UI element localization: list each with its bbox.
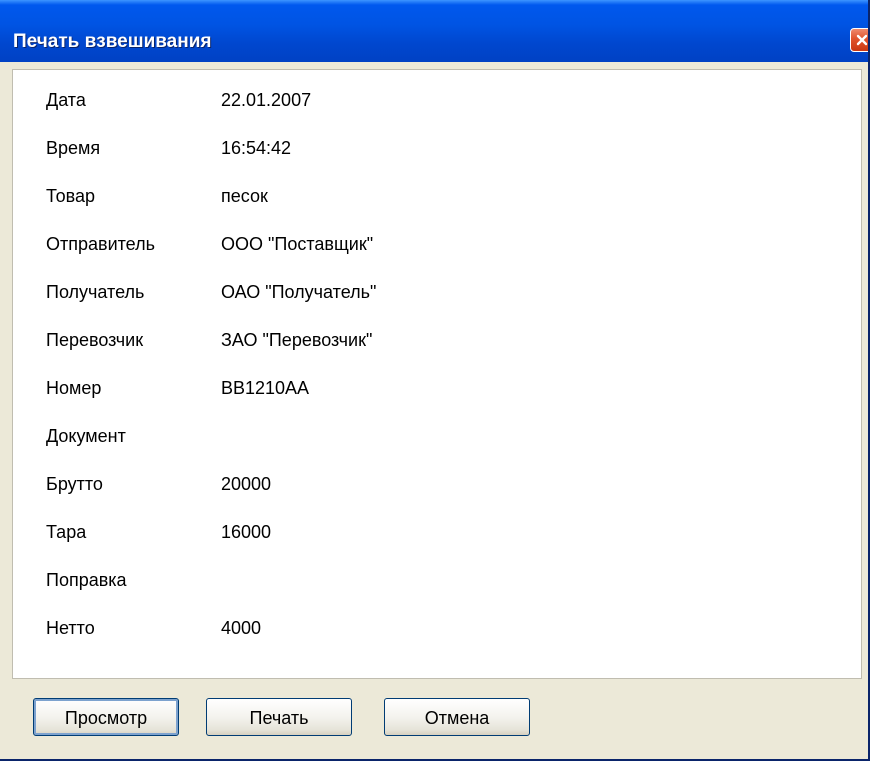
field-value: ОАО "Получатель" (221, 282, 377, 302)
close-icon (856, 34, 868, 46)
window-title: Печать взвешивания (13, 31, 212, 52)
field-value: ООО "Поставщик" (221, 234, 374, 254)
field-row-correction: Поправка (13, 557, 863, 605)
cancel-button[interactable]: Отмена (384, 698, 530, 736)
field-row-time: Время 16:54:42 (13, 125, 863, 173)
field-label: Товар (46, 186, 95, 206)
field-row-goods: Товар песок (13, 173, 863, 221)
close-button[interactable] (850, 28, 868, 52)
field-label: Отправитель (46, 234, 155, 254)
field-label: Документ (46, 426, 126, 446)
button-bar: Просмотр Печать Отмена (0, 680, 868, 759)
field-label: Получатель (46, 282, 145, 302)
preview-button[interactable]: Просмотр (33, 698, 179, 736)
field-row-tare: Тара 16000 (13, 509, 863, 557)
field-row-gross: Брутто 20000 (13, 461, 863, 509)
field-row-number: Номер ВВ1210АА (13, 365, 863, 413)
field-label: Дата (46, 90, 86, 110)
field-value: ВВ1210АА (221, 378, 310, 398)
field-row-carrier: Перевозчик ЗАО "Перевозчик" (13, 317, 863, 365)
field-value: ЗАО "Перевозчик" (221, 330, 373, 350)
print-button[interactable]: Печать (206, 698, 352, 736)
field-label: Поправка (46, 570, 127, 590)
field-row-net: Нетто 4000 (13, 605, 863, 653)
field-label: Тара (46, 522, 87, 542)
fields-panel: Дата 22.01.2007 Время 16:54:42 Товар пес… (12, 69, 862, 679)
field-value: 20000 (221, 474, 272, 494)
field-label: Нетто (46, 618, 95, 638)
print-weighing-dialog: Печать взвешивания Дата 22.01.2007 Время… (0, 0, 870, 761)
field-row-sender: Отправитель ООО "Поставщик" (13, 221, 863, 269)
field-label: Номер (46, 378, 102, 398)
title-bar[interactable]: Печать взвешивания (0, 0, 868, 62)
field-label: Время (46, 138, 101, 158)
field-label: Перевозчик (46, 330, 144, 350)
field-value: 16000 (221, 522, 272, 542)
field-value: 16:54:42 (221, 138, 292, 158)
field-label: Брутто (46, 474, 103, 494)
field-value: песок (221, 186, 268, 206)
field-row-receiver: Получатель ОАО "Получатель" (13, 269, 863, 317)
field-row-date: Дата 22.01.2007 (13, 77, 863, 125)
field-row-document: Документ (13, 413, 863, 461)
field-value: 4000 (221, 618, 262, 638)
field-value: 22.01.2007 (221, 90, 312, 110)
